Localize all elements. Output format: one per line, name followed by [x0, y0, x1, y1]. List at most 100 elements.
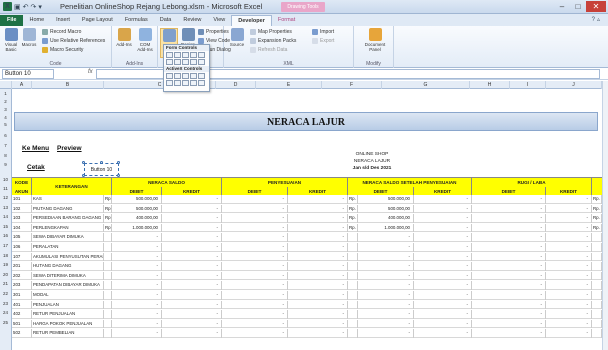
column-header[interactable]: E — [256, 81, 322, 89]
cell-lk[interactable]: - — [546, 262, 592, 271]
cell-rp2[interactable] — [348, 271, 358, 281]
cell-sk[interactable]: - — [414, 281, 472, 290]
cell-rp3[interactable] — [592, 310, 602, 319]
cell-kredit[interactable]: - — [162, 195, 222, 204]
column-header[interactable]: G — [382, 81, 470, 89]
undo-icon[interactable]: ↶ — [23, 3, 29, 11]
cell-rp[interactable]: Rp. — [104, 214, 112, 223]
cell-rp2[interactable] — [348, 300, 358, 310]
cell-pk[interactable]: - — [288, 243, 348, 252]
tab-page-layout[interactable]: Page Layout — [76, 15, 119, 26]
cell-rp2[interactable]: Rp. — [348, 223, 358, 233]
cell-rp3[interactable]: Rp. — [592, 204, 602, 214]
cell-sk[interactable]: - — [414, 300, 472, 310]
cell-rp3[interactable] — [592, 271, 602, 281]
cell-rp[interactable] — [104, 291, 112, 300]
cell-pk[interactable]: - — [288, 300, 348, 310]
export-button[interactable]: Export — [312, 38, 334, 44]
import-button[interactable]: Import — [312, 29, 334, 35]
cell-sd[interactable]: - — [358, 329, 414, 338]
cell-ld[interactable]: - — [472, 252, 546, 262]
cell-sd[interactable]: 500.000,00 — [358, 195, 414, 204]
name-box[interactable]: Button 10 — [2, 69, 54, 79]
cell-sd[interactable]: - — [358, 300, 414, 310]
cell-lk[interactable]: - — [546, 195, 592, 204]
xml-source-button[interactable]: Source — [228, 28, 246, 47]
cell-rp3[interactable] — [592, 262, 602, 271]
cell-kode[interactable]: 101 — [12, 195, 32, 204]
cell-debit[interactable]: - — [112, 300, 162, 310]
cell-sk[interactable]: - — [414, 329, 472, 338]
cell-debit[interactable]: - — [112, 281, 162, 290]
cell-ld[interactable]: - — [472, 223, 546, 233]
text-field-icon[interactable] — [198, 59, 205, 65]
cell-rp2[interactable]: Rp. — [348, 214, 358, 223]
cell-rp3[interactable] — [592, 243, 602, 252]
cell-rp2[interactable] — [348, 319, 358, 329]
cell-kode[interactable]: 104 — [12, 223, 32, 233]
cell-rp[interactable]: Rp. — [104, 204, 112, 214]
cell-kredit[interactable]: - — [162, 223, 222, 233]
spin-button-icon[interactable] — [190, 52, 197, 58]
cell-rp3[interactable]: Rp. — [592, 195, 602, 204]
cell-ket[interactable]: PENJUALAN — [32, 300, 104, 310]
cell-debit[interactable]: - — [112, 243, 162, 252]
scroll-bar-icon[interactable] — [190, 59, 197, 65]
row-header[interactable]: 19 — [0, 262, 11, 267]
save-icon[interactable]: ▣ — [14, 3, 21, 11]
row-header[interactable]: 13 — [0, 205, 11, 210]
cell-pd[interactable]: - — [222, 300, 288, 310]
cell-debit[interactable]: - — [112, 329, 162, 338]
row-header[interactable]: 10 — [0, 177, 11, 182]
ax-combo-icon[interactable] — [174, 73, 181, 79]
cell-ld[interactable]: - — [472, 204, 546, 214]
cell-sk[interactable]: - — [414, 291, 472, 300]
row-header[interactable]: 20 — [0, 272, 11, 277]
drawing-tools-tab[interactable]: Drawing Tools — [281, 2, 325, 12]
cell-sk[interactable]: - — [414, 204, 472, 214]
ke-menu-button[interactable]: Ke Menu — [22, 145, 49, 152]
cell-sd[interactable]: - — [358, 291, 414, 300]
cell-lk[interactable]: - — [546, 310, 592, 319]
cell-rp3[interactable] — [592, 319, 602, 329]
cell-ket[interactable]: PERSEDIAAN BARANG DAGANG — [32, 214, 104, 223]
cell-lk[interactable]: - — [546, 223, 592, 233]
row-header[interactable]: 23 — [0, 301, 11, 306]
cell-rp2[interactable] — [348, 329, 358, 338]
tab-insert[interactable]: Insert — [50, 15, 76, 26]
cell-sk[interactable]: - — [414, 271, 472, 281]
cell-ket[interactable]: HUTANG DAGANG — [32, 262, 104, 271]
cell-kode[interactable]: 502 — [12, 329, 32, 338]
cell-pd[interactable]: - — [222, 291, 288, 300]
cell-pk[interactable]: - — [288, 291, 348, 300]
cell-pk[interactable]: - — [288, 310, 348, 319]
cell-kode[interactable]: 103 — [12, 214, 32, 223]
cell-pk[interactable]: - — [288, 252, 348, 262]
cell-sd[interactable]: - — [358, 252, 414, 262]
cell-rp3[interactable] — [592, 329, 602, 338]
cell-sd[interactable]: - — [358, 243, 414, 252]
row-header[interactable]: 8 — [0, 153, 11, 158]
cell-pd[interactable]: - — [222, 271, 288, 281]
refresh-data-button[interactable]: Refresh Data — [250, 47, 287, 53]
cell-ket[interactable]: PERLENGKAPAN — [32, 223, 104, 233]
cell-pk[interactable]: - — [288, 329, 348, 338]
ribbon-minimize-icon[interactable]: ▵ — [597, 17, 602, 23]
cell-rp3[interactable] — [592, 233, 602, 242]
cell-kredit[interactable]: - — [162, 204, 222, 214]
expansion-packs-button[interactable]: Expansion Packs — [250, 38, 296, 44]
com-addins-button[interactable]: COM Add-Ins — [136, 28, 154, 52]
row-header[interactable]: 7 — [0, 143, 11, 148]
row-header[interactable]: 25 — [0, 320, 11, 325]
cell-kode[interactable]: 301 — [12, 291, 32, 300]
column-header[interactable]: F — [322, 81, 382, 89]
tab-review[interactable]: Review — [177, 15, 207, 26]
cell-lk[interactable]: - — [546, 243, 592, 252]
select-all-corner[interactable] — [0, 81, 12, 89]
cell-rp[interactable] — [104, 281, 112, 290]
cell-rp2[interactable] — [348, 310, 358, 319]
cell-ld[interactable]: - — [472, 291, 546, 300]
cell-rp2[interactable] — [348, 281, 358, 290]
cell-rp2[interactable] — [348, 252, 358, 262]
cell-debit[interactable]: - — [112, 319, 162, 329]
